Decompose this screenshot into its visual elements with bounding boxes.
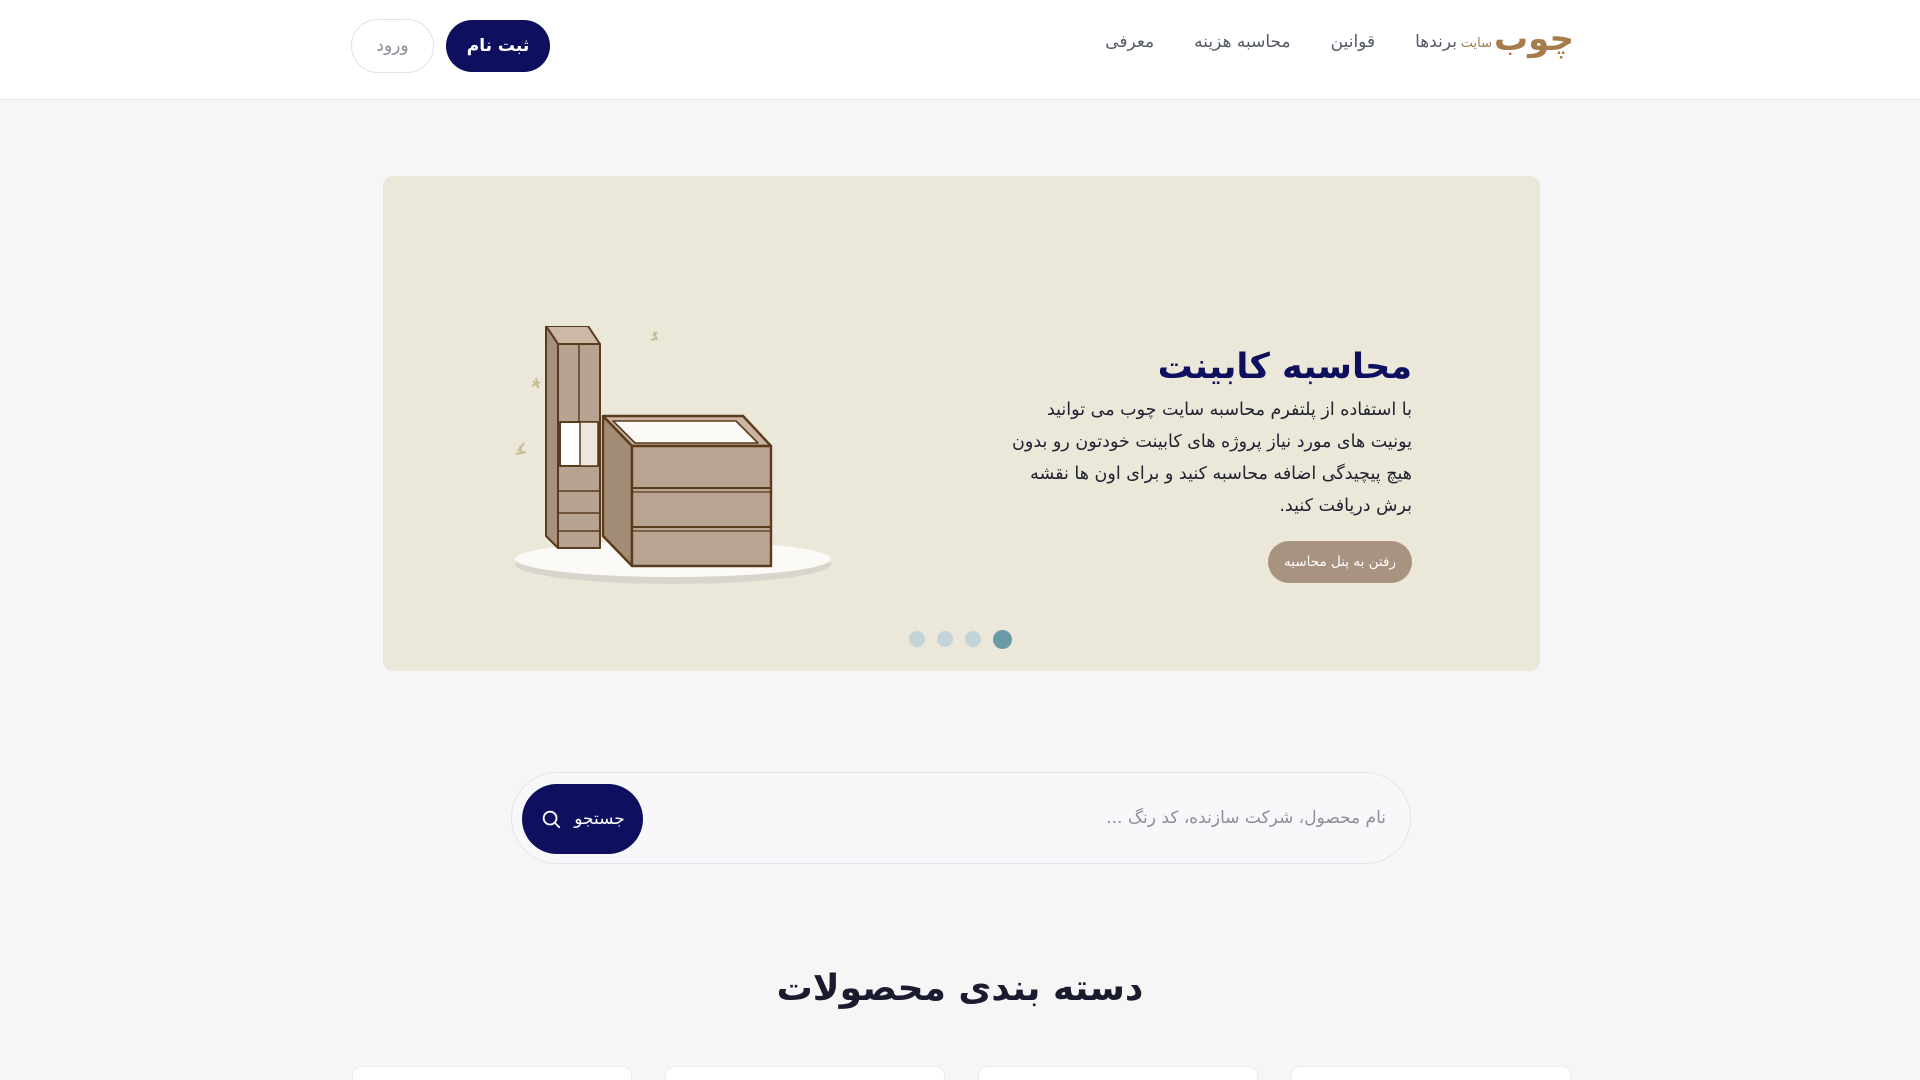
nav-item-cost-calculation[interactable]: محاسبه هزینه — [1194, 32, 1290, 52]
product-search-bar: جستجو — [511, 772, 1411, 864]
hero-title: محاسبه کابینت — [1157, 347, 1412, 387]
category-card[interactable] — [352, 1066, 632, 1080]
site-header: چوب سایت برندها قوانین محاسبه هزینه معرف… — [0, 0, 1920, 100]
go-to-calculation-panel-button[interactable]: رفتن به پنل محاسبه — [1268, 541, 1412, 583]
site-logo[interactable]: چوب سایت — [1461, 22, 1574, 56]
search-button-label: جستجو — [574, 809, 625, 829]
login-button[interactable]: ورود — [351, 19, 434, 73]
hero-slider: محاسبه کابینت با استفاده از پلتفرم محاسب… — [383, 176, 1540, 671]
slider-dot-2[interactable] — [937, 631, 953, 647]
cabinet-illustration — [515, 326, 831, 584]
nav-item-rules[interactable]: قوانین — [1331, 32, 1375, 52]
slider-dot-3[interactable] — [965, 631, 981, 647]
slider-dot-4-active[interactable] — [993, 629, 1012, 649]
hero-description: با استفاده از پلتفرم محاسبه سایت چوب می … — [1012, 400, 1412, 516]
logo-main-text: چوب — [1494, 19, 1574, 59]
slider-dot-1[interactable] — [909, 631, 925, 647]
category-card[interactable] — [1291, 1066, 1571, 1080]
category-card[interactable] — [978, 1066, 1258, 1080]
slider-pagination — [909, 629, 1012, 649]
logo-sub-text: سایت — [1460, 36, 1492, 51]
main-nav: برندها قوانین محاسبه هزینه معرفی — [1105, 32, 1457, 52]
product-categories-heading: دسته بندی محصولات — [776, 968, 1144, 1009]
search-input[interactable] — [686, 793, 1386, 843]
search-icon — [542, 810, 561, 829]
hero-text-block: محاسبه کابینت با استفاده از پلتفرم محاسب… — [1012, 346, 1412, 522]
register-button[interactable]: ثبت نام — [446, 20, 550, 72]
nav-item-about[interactable]: معرفی — [1105, 32, 1154, 52]
nav-item-brands[interactable]: برندها — [1415, 32, 1457, 52]
category-card[interactable] — [665, 1066, 945, 1080]
search-button[interactable]: جستجو — [522, 784, 643, 854]
